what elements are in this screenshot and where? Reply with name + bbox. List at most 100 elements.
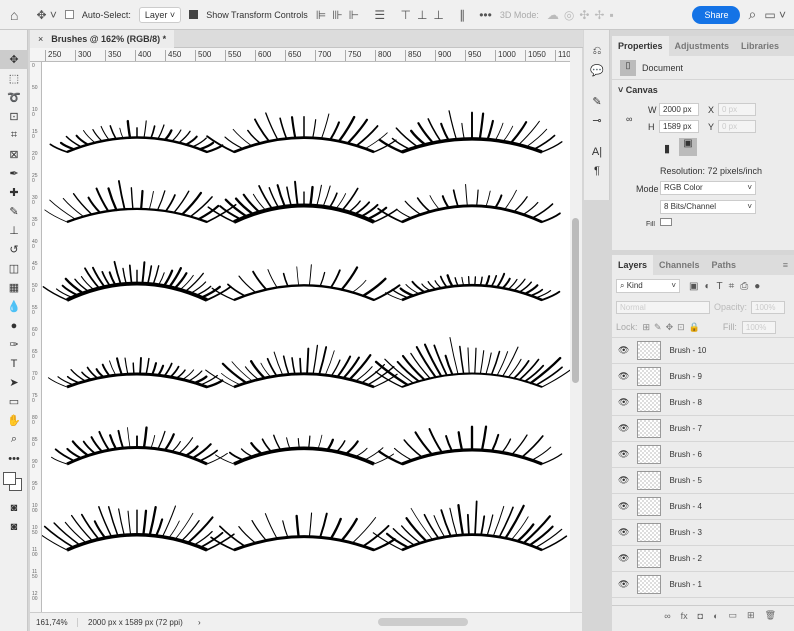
pen-tool-icon[interactable]: ✑ <box>0 335 28 354</box>
screen-mode-icon[interactable]: ◙ <box>0 517 28 536</box>
eraser-tool-icon[interactable]: ◫ <box>0 259 28 278</box>
tab-channels[interactable]: Channels <box>653 255 706 275</box>
ruler-tick: 1050 <box>32 525 38 536</box>
tab-paths[interactable]: Paths <box>706 255 743 275</box>
status-menu-arrow[interactable]: › <box>198 618 258 627</box>
zoom-level[interactable]: 161,74% <box>30 617 78 627</box>
eye-icon[interactable]: 👁 <box>618 475 629 486</box>
quick-mask-icon[interactable]: ◙ <box>0 498 28 517</box>
tab-adjustments[interactable]: Adjustments <box>669 36 736 56</box>
lasso-tool-icon[interactable]: ➰ <box>0 88 28 107</box>
canvas[interactable] <box>42 62 570 612</box>
frame-tool-icon[interactable]: ⊠ <box>0 145 28 164</box>
eye-icon[interactable]: 👁 <box>618 579 629 590</box>
group-icon[interactable]: ▭ <box>729 610 738 621</box>
adjustment-layer-icon[interactable]: ◐ <box>713 611 718 621</box>
rectangle-tool-icon[interactable]: ▭ <box>0 392 28 411</box>
auto-select-dropdown[interactable]: Layer ˅ <box>138 6 182 23</box>
fx-icon[interactable]: fx <box>681 611 688 621</box>
layer-row[interactable]: 👁 Brush - 5 <box>612 468 794 494</box>
eyelash-brush <box>49 119 224 154</box>
tab-layers[interactable]: Layers <box>612 255 654 275</box>
hand-tool-icon[interactable]: ✋ <box>0 411 28 430</box>
layer-row[interactable]: 👁 Brush - 7 <box>612 416 794 442</box>
ruler-tick: 50 <box>32 85 38 91</box>
trash-icon[interactable]: 🗑 <box>765 610 776 621</box>
type-tool-icon[interactable]: T <box>0 354 28 373</box>
layer-row[interactable]: 👁 Brush - 1 <box>612 572 794 598</box>
ruler-tick: 550 <box>225 50 241 61</box>
history-brush-tool-icon[interactable]: ↺ <box>0 240 28 259</box>
share-button[interactable]: Share <box>692 5 741 24</box>
link-layers-icon[interactable]: ∞ <box>664 611 670 621</box>
landscape-icon[interactable]: ▣ <box>679 138 697 156</box>
layer-row[interactable]: 👁 Brush - 2 <box>612 546 794 572</box>
canvas-section-toggle[interactable]: ˅ Canvas <box>618 85 658 95</box>
link-icon[interactable]: ∞ <box>626 114 632 124</box>
layer-name: Brush - 2 <box>669 554 702 563</box>
eye-icon[interactable]: 👁 <box>618 371 629 382</box>
eye-icon[interactable]: 👁 <box>618 397 629 408</box>
stamp-tool-icon[interactable]: ⊥ <box>0 221 28 240</box>
horizontal-scrollbar[interactable] <box>378 618 468 626</box>
move-tool-icon[interactable]: ✥ ˅ <box>36 8 56 22</box>
vertical-scrollbar[interactable] <box>570 48 582 612</box>
eye-icon[interactable]: 👁 <box>618 527 629 538</box>
layer-row[interactable]: 👁 Brush - 8 <box>612 390 794 416</box>
gradient-tool-icon[interactable]: ▦ <box>0 278 28 297</box>
width-input[interactable]: 2000 px <box>659 103 699 116</box>
brush-settings-icon[interactable]: ✎ <box>584 92 610 111</box>
paragraph-icon[interactable]: ¶ <box>584 161 610 180</box>
document-tab[interactable]: × Brushes @ 162% (RGB/8) * <box>30 30 175 48</box>
panel-menu-icon[interactable]: ≡ <box>777 255 794 275</box>
tab-properties[interactable]: Properties <box>612 36 669 56</box>
eye-icon[interactable]: 👁 <box>618 553 629 564</box>
height-input[interactable]: 1589 px <box>659 120 699 133</box>
eye-icon[interactable]: 👁 <box>618 449 629 460</box>
color-swatches[interactable] <box>0 468 27 498</box>
marquee-tool-icon[interactable]: ⬚ <box>0 69 28 88</box>
align-icons[interactable]: ⊫⊪⊩ ☰ ⊤⊥⊥ ∥ <box>316 8 471 22</box>
auto-select-checkbox[interactable] <box>64 10 74 19</box>
filter-icons[interactable]: ▣◐T⌗⎙● <box>689 281 766 292</box>
new-layer-icon[interactable]: ⊞ <box>747 610 755 621</box>
eye-icon[interactable]: 👁 <box>618 423 629 434</box>
zoom-tool-icon[interactable]: ⌕ <box>0 430 28 449</box>
dodge-tool-icon[interactable]: ● <box>0 316 28 335</box>
layer-row[interactable]: 👁 Brush - 10 <box>612 338 794 364</box>
workspace-icon[interactable]: ▭ ˅ <box>764 8 786 22</box>
history-icon[interactable]: ⎌ <box>584 42 610 61</box>
home-icon[interactable]: ⌂ <box>10 7 18 23</box>
layer-row[interactable]: 👁 Brush - 3 <box>612 520 794 546</box>
tab-libraries[interactable]: Libraries <box>735 36 785 56</box>
layer-row[interactable]: 👁 Brush - 4 <box>612 494 794 520</box>
mask-icon[interactable]: ◘ <box>698 611 703 621</box>
eye-icon[interactable]: 👁 <box>618 345 629 356</box>
crop-tool-icon[interactable]: ⌗ <box>0 126 28 145</box>
bits-dropdown[interactable]: 8 Bits/Channel ˅ <box>660 200 756 214</box>
select-tool-icon[interactable]: ⊡ <box>0 107 28 126</box>
eyedropper-tool-icon[interactable]: ✒ <box>0 164 28 183</box>
comments-icon[interactable]: 💬 <box>584 61 610 80</box>
kind-filter[interactable]: ⌕ Kind ˅ <box>616 279 680 293</box>
search-icon[interactable]: ⌕ <box>748 6 756 23</box>
blur-tool-icon[interactable]: 💧 <box>0 297 28 316</box>
layer-row[interactable]: 👁 Brush - 6 <box>612 442 794 468</box>
mode-dropdown[interactable]: RGB Color ˅ <box>660 181 756 195</box>
more-tool-icon[interactable]: ••• <box>0 449 28 468</box>
properties-panel: Properties Adjustments Libraries ▯ Docum… <box>612 36 794 250</box>
character-icon[interactable]: A| <box>584 142 610 161</box>
adjust-icon[interactable]: ⊸ <box>584 111 610 130</box>
healing-tool-icon[interactable]: ✚ <box>0 183 28 202</box>
more-icon[interactable]: ••• <box>479 8 492 22</box>
move-tool-icon[interactable]: ✥ <box>0 50 28 69</box>
portrait-icon[interactable]: ▮ <box>664 142 670 155</box>
close-icon[interactable]: × <box>38 34 43 44</box>
fill-swatch[interactable] <box>660 218 672 226</box>
lock-icons[interactable]: ⊞✎✥⊡🔒 <box>643 322 704 333</box>
path-select-tool-icon[interactable]: ➤ <box>0 373 28 392</box>
eye-icon[interactable]: 👁 <box>618 501 629 512</box>
show-transform-checkbox[interactable] <box>189 10 199 19</box>
layer-row[interactable]: 👁 Brush - 9 <box>612 364 794 390</box>
brush-tool-icon[interactable]: ✎ <box>0 202 28 221</box>
